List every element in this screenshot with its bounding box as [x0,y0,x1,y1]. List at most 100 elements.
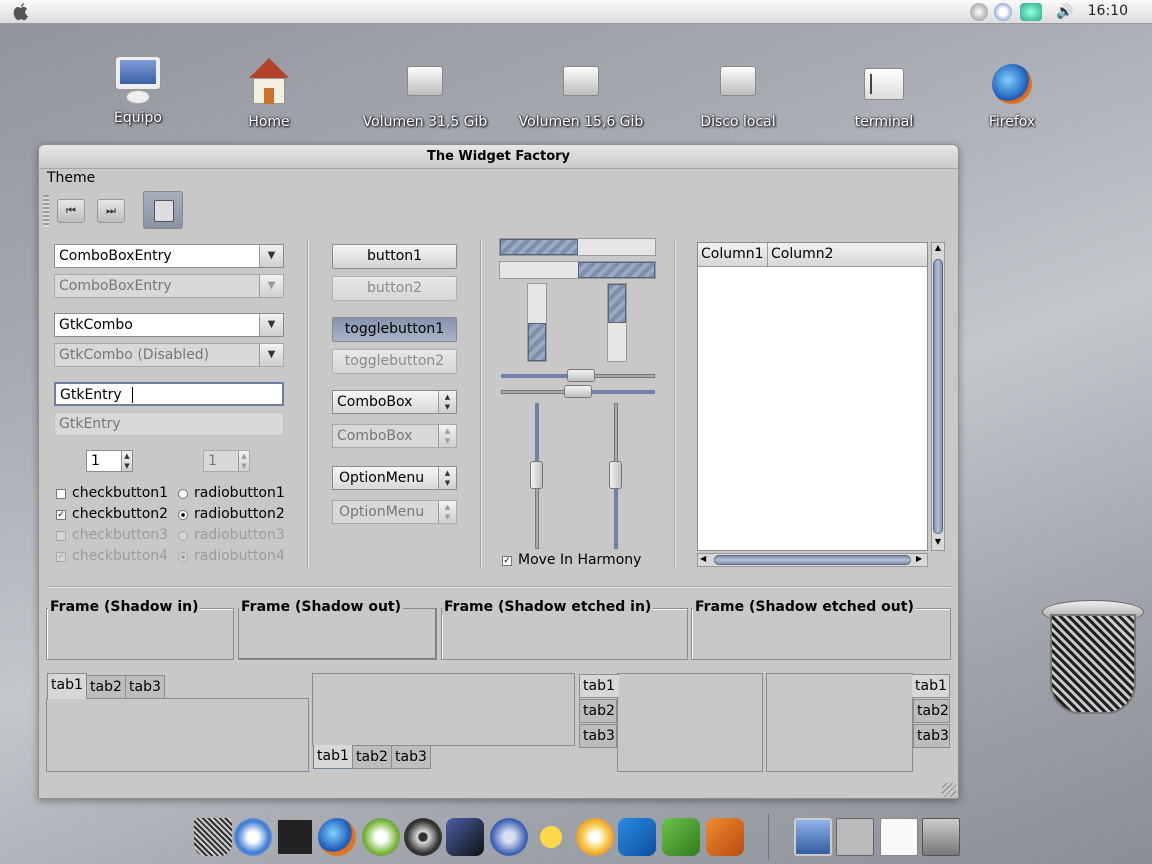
column-header-2[interactable]: Column2 [768,243,927,267]
cd-burner-icon[interactable] [576,818,614,856]
tray-update-icon[interactable] [994,3,1012,21]
clapper-icon[interactable] [446,818,484,856]
tab-top-2[interactable]: tab2 [86,675,126,699]
desktop-icon-home[interactable]: Home [199,58,339,130]
gtk-entry[interactable]: GtkEntry [54,382,284,406]
tab-left-2[interactable]: tab2 [579,699,617,723]
checkbutton-label[interactable]: checkbutton2 [72,506,168,522]
vslider-2[interactable] [608,403,624,549]
firefox-icon [986,58,1038,110]
combobox-entry[interactable]: ComboBoxEntry ▼ [54,244,284,268]
notebook-bottom-pane [312,673,575,746]
x-window-icon[interactable] [922,818,960,856]
spin-arrows-icon[interactable]: ▲ ▼ [121,451,132,471]
trash-dock-icon[interactable] [194,818,232,856]
tab-bottom-2[interactable]: tab2 [352,745,392,769]
tab-top-1[interactable]: tab1 [47,673,87,699]
toolbar-grip[interactable] [43,195,49,227]
combobox[interactable]: ComboBox ▲ ▼ [332,390,457,414]
next-button[interactable]: ⏭ [97,199,125,223]
notebook-top-pane [46,698,309,772]
previous-button[interactable]: ⏮ [57,199,85,223]
window-thumbnail-icon[interactable] [836,818,874,856]
tray-penguin-icon[interactable] [970,3,988,21]
messenger-icon[interactable] [532,818,570,856]
hslider-1[interactable] [501,368,655,384]
trash-icon[interactable] [1040,596,1146,720]
button1[interactable]: button1 [332,244,457,269]
writer-icon[interactable] [618,818,656,856]
volume-icon[interactable]: 🔊 [1056,4,1073,20]
radio-2[interactable] [178,510,188,520]
document-icon[interactable] [880,818,918,856]
vertical-scrollbar[interactable]: ▲ ▼ [931,242,945,551]
separator [480,239,481,569]
progress-bar-h2 [499,261,656,279]
radiobutton-label: radiobutton4 [194,548,285,564]
horizontal-scrollbar[interactable]: ◀ ▶ [697,553,928,567]
desktop-icon-firefox[interactable]: Firefox [942,58,1082,130]
column-header-1[interactable]: Column1 [698,243,768,267]
vslider-1[interactable] [529,403,545,549]
radiobutton-label[interactable]: radiobutton2 [194,506,285,522]
apple-menu-icon[interactable] [10,3,32,21]
scroll-thumb[interactable] [714,555,911,565]
spreadsheet-icon[interactable] [662,818,700,856]
resize-grip[interactable] [942,783,956,797]
togglebutton1[interactable]: togglebutton1 [332,317,457,342]
frame-shadow-in [46,608,234,660]
presentation-icon[interactable] [706,818,744,856]
monitor-icon[interactable] [794,818,832,856]
radiobutton-label[interactable]: radiobutton1 [194,485,285,501]
desktop-icon-volumen-31[interactable]: Volumen 31,5 Gib [355,58,495,130]
checkbox-1[interactable] [56,489,66,499]
terminal-dock-icon[interactable] [276,818,314,856]
clock[interactable]: 16:10 [1088,3,1128,19]
hslider-2[interactable] [501,384,655,400]
tab-right-1[interactable]: tab1 [912,674,950,698]
tab-right-3[interactable]: tab3 [913,724,950,748]
desktop-icon-disco-local[interactable]: Disco local [668,58,808,130]
widget-factory-window: The Widget Factory Theme ⏮ ⏭ ComboBoxEnt… [38,144,959,799]
scroll-down-icon[interactable]: ▼ [932,537,944,549]
frame-shadow-etched-in [441,608,688,660]
scroll-right-icon[interactable]: ▶ [916,554,922,563]
firefox-dock-icon[interactable] [318,818,356,856]
tab-right-2[interactable]: tab2 [913,699,950,723]
safari-icon[interactable] [234,818,272,856]
install-button[interactable] [143,191,183,229]
tab-bottom-3[interactable]: tab3 [391,745,431,769]
checkbox-harmony[interactable]: ✓ [502,556,512,566]
sync-icon[interactable] [490,818,528,856]
tab-left-3[interactable]: tab3 [579,724,617,748]
tray-network-icon[interactable] [1020,3,1042,21]
tab-top-3[interactable]: tab3 [125,675,165,699]
tab-bottom-1[interactable]: tab1 [313,745,353,769]
slider-handle[interactable] [609,461,622,489]
film-reel-icon[interactable] [404,818,442,856]
notebook-right-pane [766,673,913,772]
tab-left-1[interactable]: tab1 [579,674,619,698]
chevron-down-icon[interactable]: ▼ [259,314,283,336]
desktop-icon-terminal[interactable]: terminal [814,58,954,130]
scroll-thumb[interactable] [933,259,943,534]
slider-handle[interactable] [564,385,592,398]
scroll-left-icon[interactable]: ◀ [700,554,706,563]
desktop-icon-volumen-15[interactable]: Volumen 15,6 Gib [511,58,651,130]
spin-button[interactable]: 1 ▲ ▼ [86,450,133,472]
checkbutton-label[interactable]: checkbutton1 [72,485,168,501]
radio-1[interactable] [178,489,188,499]
music-icon[interactable] [362,818,400,856]
harmony-label[interactable]: Move In Harmony [518,552,641,568]
checkbox-2[interactable]: ✓ [56,510,66,520]
scroll-up-icon[interactable]: ▲ [932,243,944,255]
desktop-icon-equipo[interactable]: Equipo [68,54,208,126]
menu-theme[interactable]: Theme [47,170,95,186]
gtkcombo[interactable]: GtkCombo ▼ [54,313,284,337]
tree-view[interactable]: Column1 Column2 [697,242,928,551]
chevron-down-icon[interactable]: ▼ [259,245,283,267]
window-title[interactable]: The Widget Factory [39,145,958,169]
slider-handle[interactable] [530,461,543,489]
slider-handle[interactable] [567,369,595,382]
option-menu[interactable]: OptionMenu ▲ ▼ [332,466,457,490]
